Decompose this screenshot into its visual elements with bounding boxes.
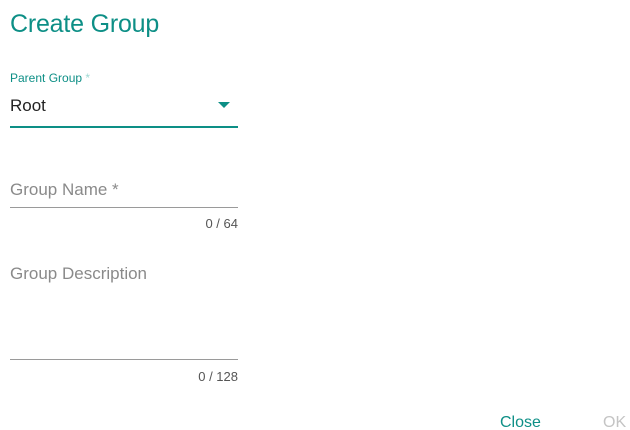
group-description-counter: 0 / 128 [198,369,238,384]
chevron-down-icon[interactable] [218,102,230,108]
group-name-counter: 0 / 64 [205,216,238,231]
parent-group-underline [10,126,238,128]
group-name-input[interactable]: Group Name * [10,180,119,200]
required-mark: * [85,71,91,85]
create-group-dialog: Create Group Parent Group * Root Group N… [0,0,630,430]
ok-button[interactable]: OK [603,414,626,430]
dialog-title: Create Group [10,10,160,38]
group-name-field[interactable]: Group Name * 0 / 64 [10,176,238,236]
group-name-underline [10,207,238,208]
parent-group-value[interactable]: Root [10,96,46,116]
parent-group-label-text: Parent Group [10,71,83,85]
group-description-input[interactable]: Group Description [10,264,147,284]
group-description-field[interactable]: Group Description 0 / 128 [10,260,238,390]
parent-group-select[interactable]: Parent Group * Root [10,68,238,130]
group-description-underline [10,359,238,360]
close-button[interactable]: Close [500,414,541,430]
parent-group-label: Parent Group * [10,71,90,85]
